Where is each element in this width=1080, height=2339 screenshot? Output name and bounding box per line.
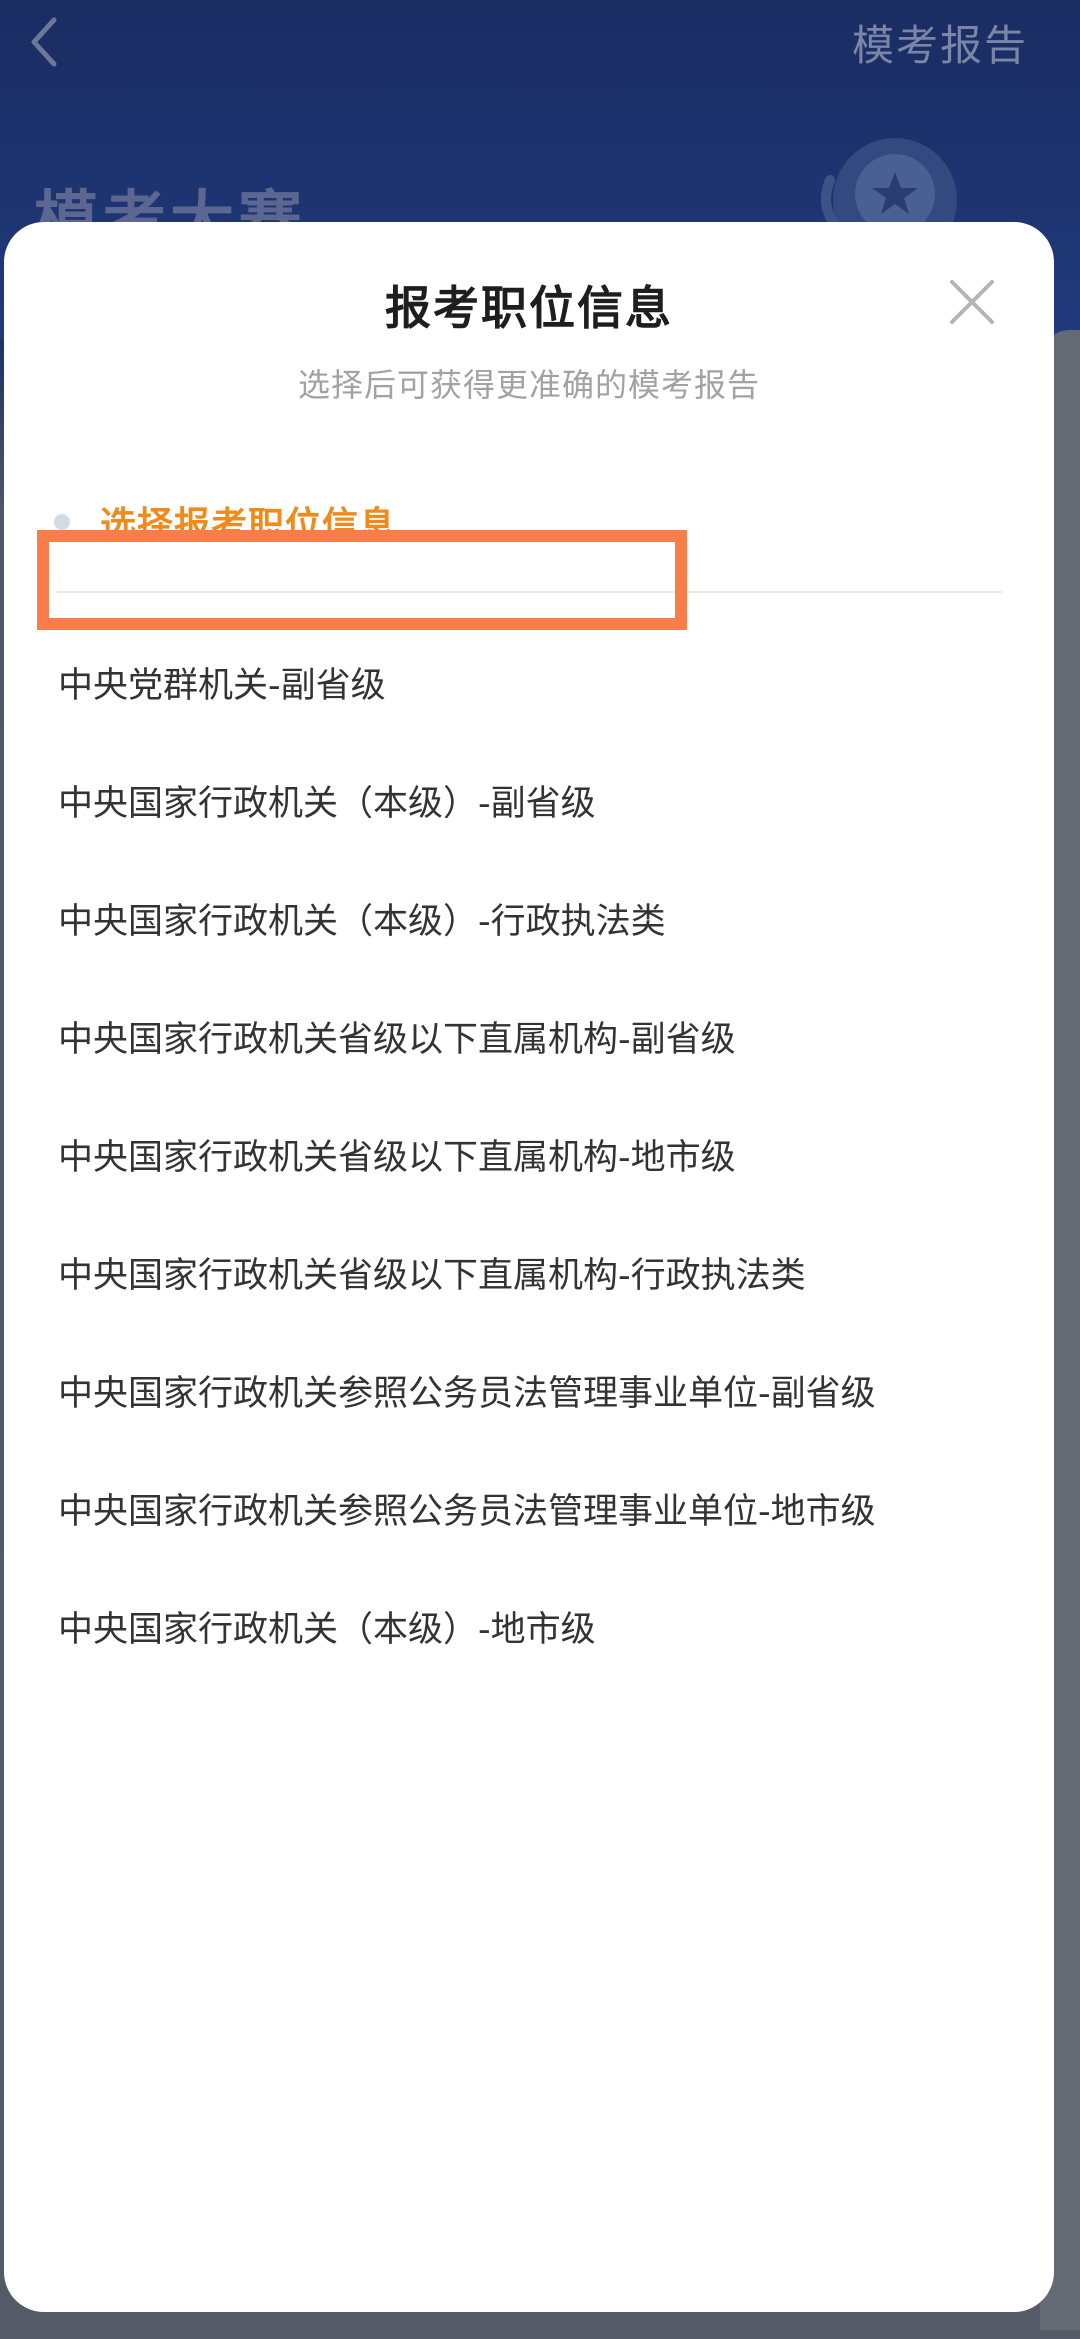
option-item[interactable]: 中央党群机关-副省级 <box>58 646 386 726</box>
option-item[interactable]: 中央国家行政机关（本级）-行政执法类 <box>58 882 666 962</box>
chevron-left-icon[interactable] <box>24 14 64 70</box>
position-info-modal: 报考职位信息 选择后可获得更准确的模考报告 选择报考职位信息 中央党群机关-副省… <box>4 222 1054 2312</box>
section-label: 选择报考职位信息 <box>100 505 397 546</box>
divider <box>56 591 1002 593</box>
option-item[interactable]: 中央国家行政机关（本级）-地市级 <box>58 1590 596 1670</box>
section-header: 选择报考职位信息 <box>54 492 396 552</box>
mock-report-link[interactable]: 模考报告 <box>852 12 1028 73</box>
modal-title: 报考职位信息 <box>385 281 673 335</box>
option-item[interactable]: 中央国家行政机关省级以下直属机构-行政执法类 <box>58 1236 806 1316</box>
option-item[interactable]: 中央国家行政机关参照公务员法管理事业单位-地市级 <box>58 1472 876 1552</box>
option-item[interactable]: 中央国家行政机关省级以下直属机构-副省级 <box>58 1000 736 1080</box>
dot-icon <box>54 514 70 530</box>
option-item[interactable]: 中央国家行政机关省级以下直属机构-地市级 <box>58 1118 736 1198</box>
option-item-selected[interactable]: 中央国家行政机关（本级）-副省级 <box>58 764 596 844</box>
modal-subtitle: 选择后可获得更准确的模考报告 <box>297 366 760 404</box>
option-item[interactable]: 中央国家行政机关参照公务员法管理事业单位-副省级 <box>58 1354 876 1434</box>
close-icon[interactable] <box>944 274 1000 330</box>
